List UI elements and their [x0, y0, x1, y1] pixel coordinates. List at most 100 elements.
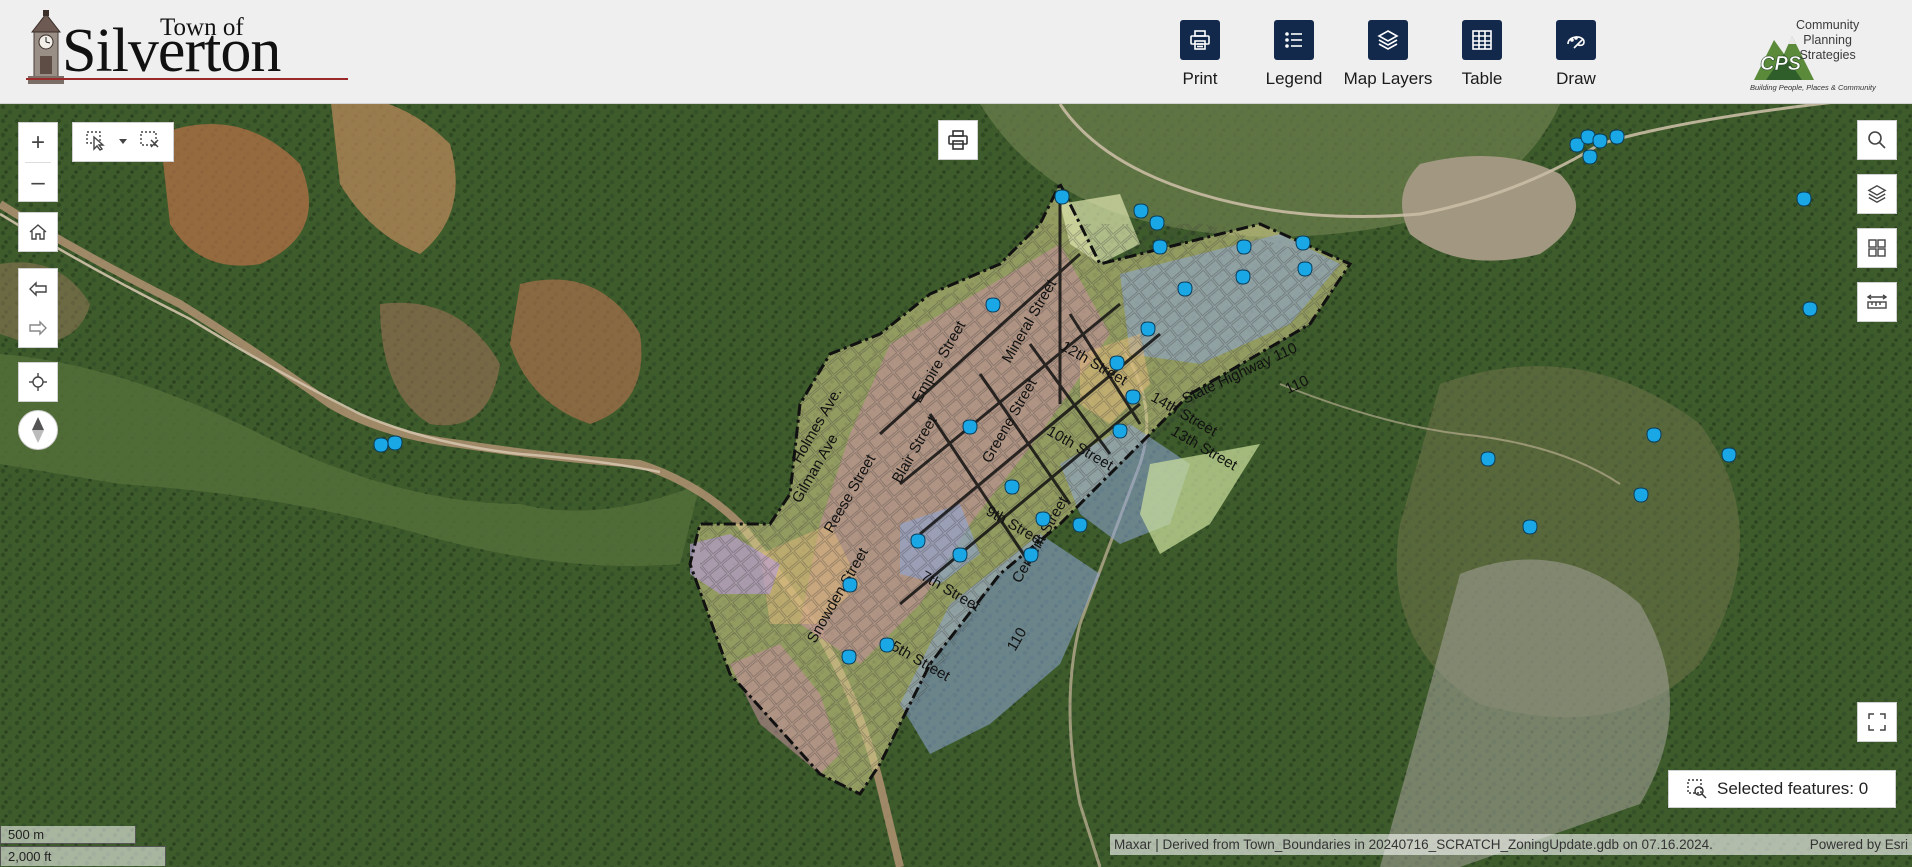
- map-marker-icon: [373, 437, 389, 453]
- legend-label: Legend: [1265, 69, 1323, 88]
- zoom-to-selection-icon: [1687, 779, 1707, 799]
- zoom-out-button[interactable]: –: [19, 163, 57, 202]
- print-label: Print: [1182, 69, 1218, 88]
- fullscreen-icon: [1868, 713, 1886, 731]
- compass-button[interactable]: [18, 410, 58, 450]
- map-marker-icon: [1140, 321, 1156, 337]
- map-layers-label: Map Layers: [1343, 69, 1433, 88]
- map-marker-icon: [1522, 519, 1538, 535]
- map-print-button[interactable]: [938, 120, 978, 160]
- map-marker-icon: [962, 419, 978, 435]
- basemap-grid-icon: [1868, 239, 1886, 257]
- map-marker-icon: [1112, 423, 1128, 439]
- map-marker-icon: [1133, 203, 1149, 219]
- print-icon: [948, 130, 968, 150]
- draw-button[interactable]: Draw: [1526, 20, 1626, 92]
- ruler-icon: [1866, 294, 1888, 309]
- map-marker-icon: [1796, 191, 1812, 207]
- table-label: Table: [1461, 69, 1503, 88]
- scale-imperial: 2,000 ft: [0, 846, 166, 866]
- layer-list-button[interactable]: [1857, 174, 1897, 214]
- powered-by-link[interactable]: Powered by Esri: [1810, 834, 1908, 855]
- selected-features-text: Selected features: 0: [1717, 779, 1869, 798]
- map-marker-icon: [1802, 301, 1818, 317]
- arrow-right-icon: [29, 319, 47, 336]
- app-header: Town of Silverton Print Legend Map Layer…: [0, 0, 1912, 104]
- search-icon: [1868, 131, 1886, 149]
- map-attribution: Maxar | Derived from Town_Boundaries in …: [1110, 834, 1912, 855]
- map-marker-icon: [1149, 215, 1165, 231]
- basemap-gallery-button[interactable]: [1857, 228, 1897, 268]
- map-marker-icon: [1054, 189, 1070, 205]
- map-marker-icon: [1152, 239, 1168, 255]
- map-marker-icon: [1125, 389, 1141, 405]
- zoom-controls: + –: [18, 122, 58, 202]
- home-icon: [29, 224, 47, 240]
- map-marker-icon: [985, 297, 1001, 313]
- clear-selection-icon[interactable]: [139, 129, 161, 156]
- map-marker-icon: [1582, 149, 1598, 165]
- map-marker-icon: [1592, 133, 1608, 149]
- fullscreen-button[interactable]: [1857, 702, 1897, 742]
- map-marker-icon: [1235, 269, 1251, 285]
- home-button[interactable]: [18, 212, 58, 252]
- clock-tower-icon: [28, 10, 64, 84]
- previous-extent-button[interactable]: [19, 269, 57, 308]
- scale-bar: 500 m 2,000 ft: [0, 822, 170, 867]
- list-icon: [1274, 20, 1314, 60]
- map-marker-icon: [952, 547, 968, 563]
- map-marker-icon: [1721, 447, 1737, 463]
- zoom-in-button[interactable]: +: [19, 123, 57, 162]
- next-extent-button[interactable]: [19, 308, 57, 347]
- crosshair-icon: [29, 373, 47, 391]
- draw-label: Draw: [1556, 69, 1596, 88]
- search-button[interactable]: [1857, 120, 1897, 160]
- chevron-down-icon[interactable]: [118, 133, 128, 151]
- cps-name: Community Planning Strategies: [1796, 18, 1860, 62]
- map-marker-icon: [387, 435, 403, 451]
- map-marker-icon: [1609, 129, 1625, 145]
- map-marker-icon: [1023, 547, 1039, 563]
- map-marker-icon: [1177, 281, 1193, 297]
- logo-underline: [26, 78, 348, 80]
- layers-icon: [1368, 20, 1408, 60]
- map-marker-icon: [1480, 451, 1496, 467]
- town-logo[interactable]: Town of Silverton: [24, 8, 354, 86]
- map-marker-icon: [1646, 427, 1662, 443]
- map-marker-icon: [1109, 355, 1125, 371]
- map-marker-icon: [1236, 239, 1252, 255]
- logo-town-name: Silverton: [62, 17, 281, 85]
- map-marker-icon: [841, 649, 857, 665]
- print-icon: [1180, 20, 1220, 60]
- attribution-text: Maxar | Derived from Town_Boundaries in …: [1114, 837, 1713, 852]
- satellite-basemap[interactable]: Holmes Ave. Gilman Ave Reese Street Blai…: [0, 104, 1912, 867]
- legend-button[interactable]: Legend: [1244, 20, 1344, 92]
- map-layers-button[interactable]: Map Layers: [1338, 20, 1438, 92]
- map-marker-icon: [842, 577, 858, 593]
- map-marker-icon: [910, 533, 926, 549]
- table-icon: [1462, 20, 1502, 60]
- map-marker-icon: [1035, 511, 1051, 527]
- cps-logo[interactable]: CPS Community Planning Strategies Buildi…: [1748, 14, 1898, 94]
- print-button[interactable]: Print: [1150, 20, 1250, 92]
- arrow-left-icon: [29, 280, 47, 297]
- selection-tools: [72, 122, 174, 162]
- map-marker-icon: [1633, 487, 1649, 503]
- map-marker-icon: [879, 637, 895, 653]
- map-marker-icon: [1004, 479, 1020, 495]
- map-marker-icon: [1295, 235, 1311, 251]
- select-pointer-icon[interactable]: [85, 129, 107, 156]
- map-marker-icon: [1072, 517, 1088, 533]
- layers-icon: [1867, 185, 1887, 203]
- table-button[interactable]: Table: [1432, 20, 1532, 92]
- cps-tagline: Building People, Places & Community: [1750, 83, 1876, 92]
- selected-features-panel[interactable]: Selected features: 0: [1668, 770, 1896, 808]
- map-view[interactable]: Holmes Ave. Gilman Ave Reese Street Blai…: [0, 104, 1912, 867]
- compass-icon: [32, 417, 44, 443]
- locate-button[interactable]: [18, 362, 58, 402]
- draw-icon: [1556, 20, 1596, 60]
- scale-metric: 500 m: [0, 826, 136, 844]
- extent-navigation: [18, 268, 58, 348]
- map-marker-icon: [1297, 261, 1313, 277]
- measure-button[interactable]: [1857, 282, 1897, 322]
